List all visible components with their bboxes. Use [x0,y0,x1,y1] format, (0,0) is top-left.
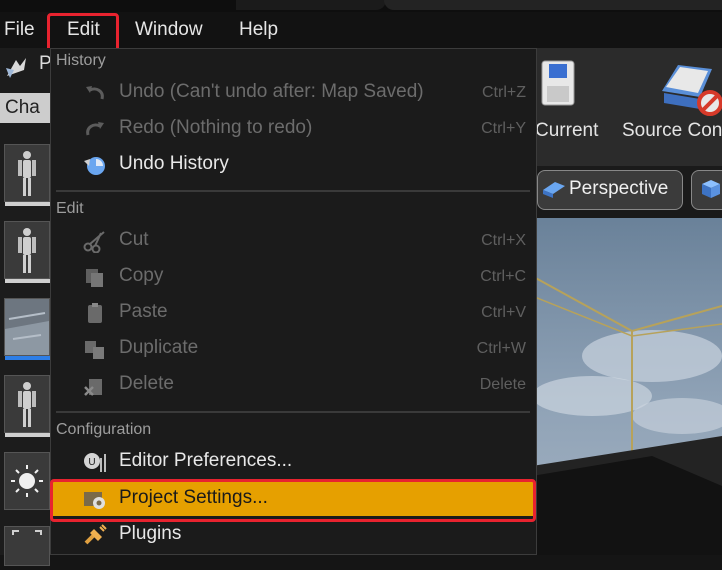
section-header-configuration: Configuration [56,421,152,438]
section-header-edit: Edit [56,200,84,217]
mannequin-icon [5,376,49,432]
menu-item-label: Redo (Nothing to redo) [119,117,313,138]
level-viewport[interactable] [532,166,722,555]
menu-item-label: Delete [119,373,174,394]
menu-separator [56,190,530,192]
shortcut-label: Ctrl+W [476,340,526,357]
title-area [384,0,722,10]
delete-icon [84,379,102,396]
document-tab[interactable] [236,0,386,10]
shortcut-label: Ctrl+Y [481,120,526,137]
volume-icon [5,299,49,355]
undo-icon [86,86,104,100]
menu-separator [56,411,530,413]
menu-item-undo-history[interactable]: Undo History [52,148,534,182]
perspective-label: Perspective [569,178,669,199]
shortcut-label: Ctrl+X [481,232,526,249]
menu-item-plugins[interactable]: Plugins [52,518,534,552]
source-control-button-label[interactable]: Source Con [622,120,722,142]
scissors-icon [83,231,105,253]
place-mode-icon[interactable] [4,56,30,80]
thumbnail-type-bar [5,356,51,360]
sun-light-icon [5,453,49,509]
svg-text:U: U [88,457,95,468]
menu-file[interactable]: File [4,12,35,48]
menu-item-label: Paste [119,301,168,322]
thumbnail-type-bar [5,202,51,206]
thumbnail-type-bar [5,279,51,283]
shortcut-label: Ctrl+Z [482,84,526,101]
menu-item-label: Cut [119,229,149,250]
viewport-scene [532,166,722,555]
thumbnail-type-bar [5,433,51,437]
save-icon[interactable] [541,60,575,106]
menu-item-delete[interactable]: Delete Delete [52,368,534,402]
asset-thumbnail-volume[interactable] [4,298,51,360]
menu-item-label: Copy [119,265,164,286]
asset-thumbnail-box[interactable] [4,526,50,566]
menu-item-copy[interactable]: Copy Ctrl+C [52,260,534,294]
asset-thumbnail-player-start[interactable] [4,375,51,437]
shortcut-label: Delete [479,376,526,393]
menu-item-undo[interactable]: Undo (Can't undo after: Map Saved) Ctrl+… [52,76,534,110]
shortcut-label: Ctrl+C [480,268,526,285]
menu-window[interactable]: Window [135,12,203,48]
menu-item-redo[interactable]: Redo (Nothing to redo) Ctrl+Y [52,112,534,146]
shortcut-label: Ctrl+V [481,304,526,321]
place-actors-panel [0,48,52,566]
duplicate-icon [85,341,104,359]
source-control-icon[interactable] [656,57,722,117]
menu-item-editor-preferences[interactable]: U Editor Preferences... [52,445,534,479]
menu-item-label: Plugins [119,523,182,544]
redo-icon [86,122,104,136]
menu-item-paste[interactable]: Paste Ctrl+V [52,296,534,330]
asset-thumbnail-pawn[interactable] [4,221,51,283]
project-settings-callout [50,479,536,522]
save-current-button-label[interactable]: Current [535,120,598,142]
brackets-icon [5,527,49,565]
perspective-icon [543,182,565,198]
menu-item-label: Undo (Can't undo after: Map Saved) [119,81,424,102]
menu-item-label: Duplicate [119,337,199,358]
menu-help[interactable]: Help [239,12,278,48]
editor-preferences-icon: U [84,453,106,472]
category-tab[interactable]: Cha [0,93,50,123]
undo-history-icon [84,157,105,175]
mannequin-icon [5,145,49,201]
menu-item-duplicate[interactable]: Duplicate Ctrl+W [52,332,534,366]
menu-item-cut[interactable]: Cut Ctrl+X [52,224,534,258]
plugins-icon [84,524,107,545]
paste-icon [88,303,102,323]
copy-icon [86,269,103,287]
mannequin-icon [5,222,49,278]
window-title-strip [0,0,722,12]
asset-thumbnail-character[interactable] [4,144,51,206]
menu-item-label: Undo History [119,153,229,174]
asset-thumbnail-light[interactable] [4,452,50,510]
menu-item-label: Editor Preferences... [119,450,293,471]
section-header-history: History [56,52,106,69]
cube-icon [702,180,720,198]
